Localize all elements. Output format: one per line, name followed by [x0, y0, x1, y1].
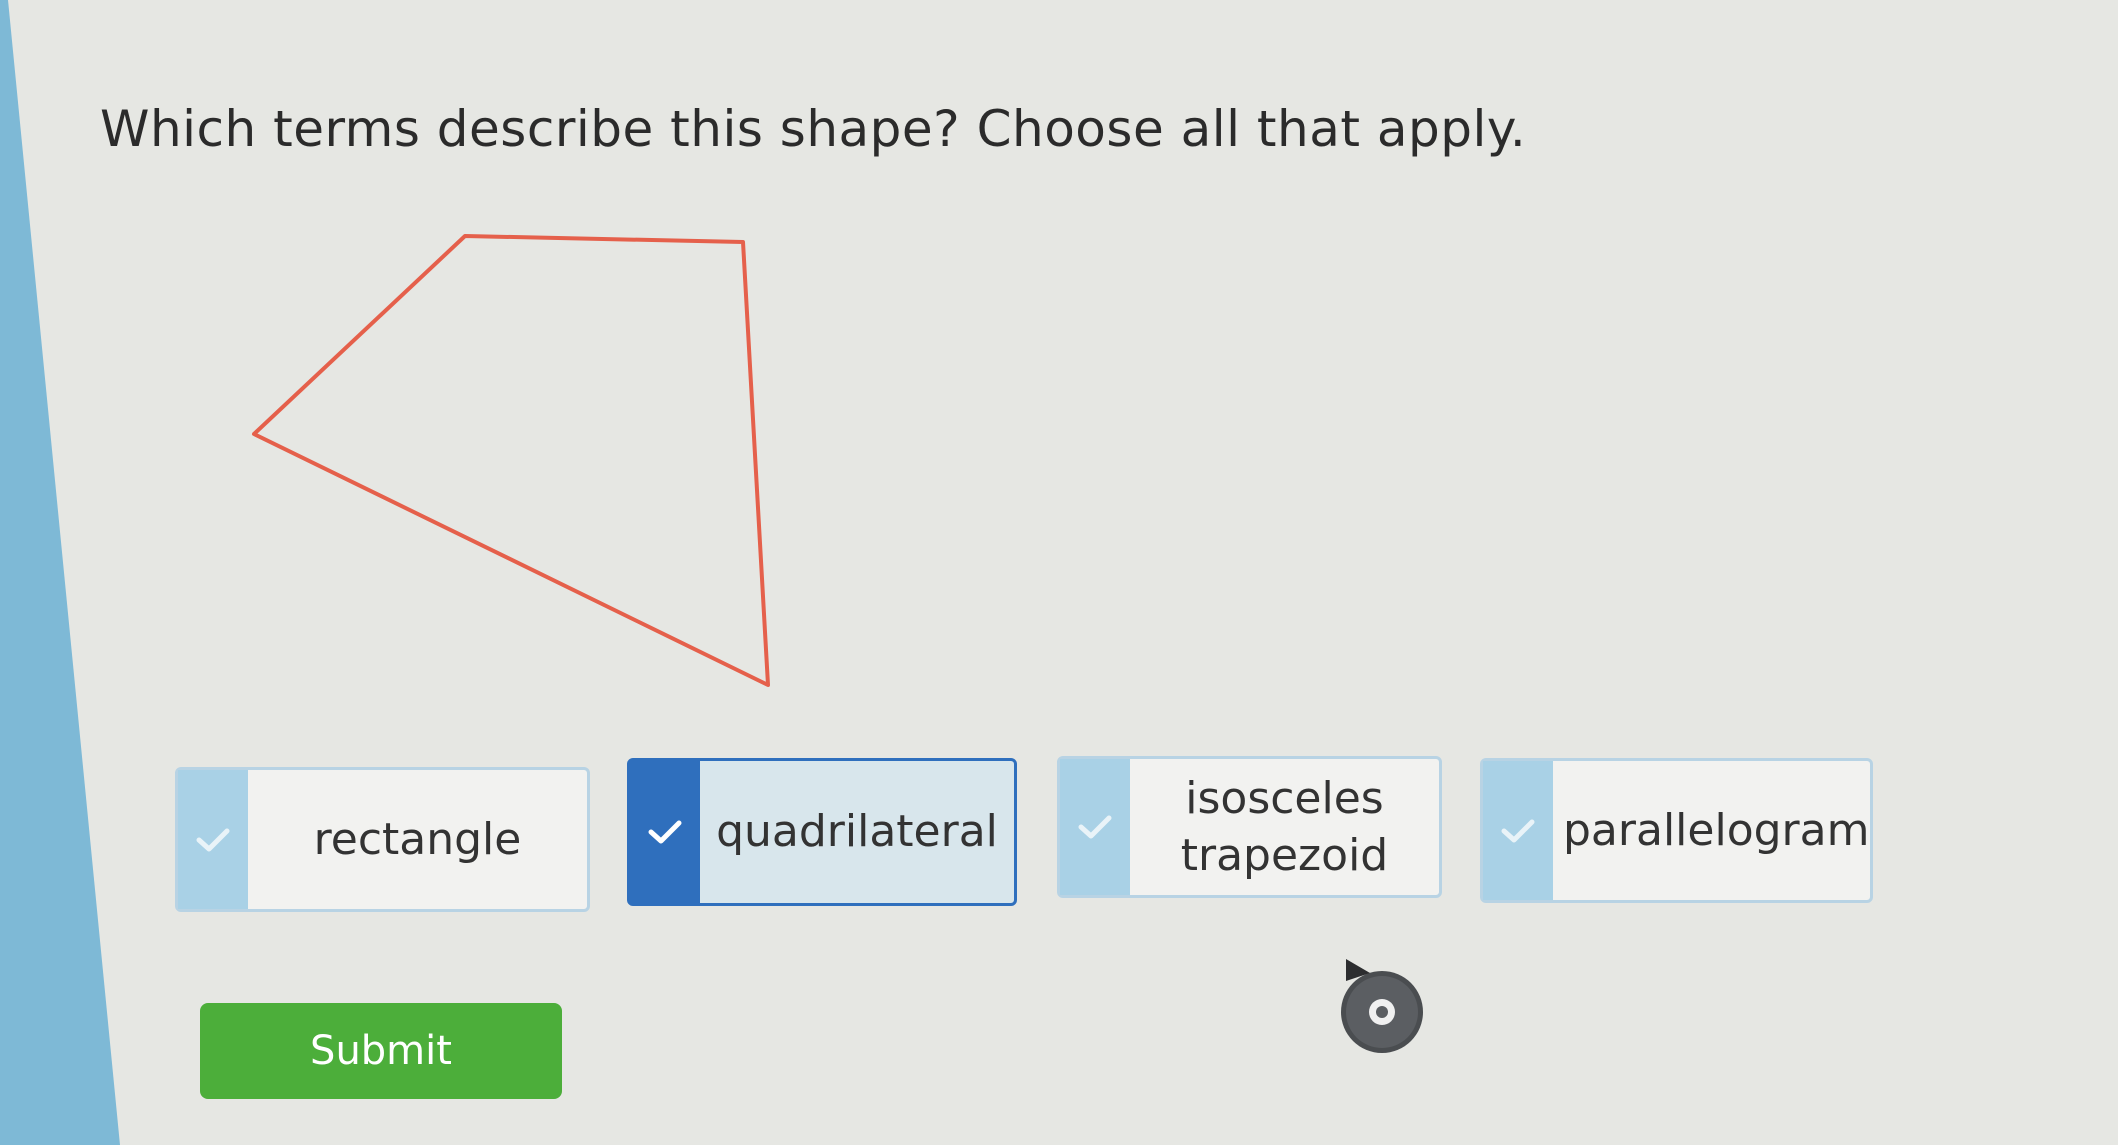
question-prompt: Which terms describe this shape? Choose … — [100, 100, 1527, 158]
choice-parallelogram-label: parallelogram — [1563, 804, 1870, 856]
check-icon — [196, 828, 230, 851]
left-sidebar-strip — [0, 0, 120, 1145]
check-icon — [1501, 819, 1535, 842]
submit-button[interactable]: Submit — [200, 1003, 562, 1099]
shape-outline — [252, 234, 770, 687]
choice-rectangle-label: rectangle — [313, 813, 522, 865]
choice-isosceles-trapezoid-label: isosceles trapezoid — [1130, 759, 1439, 895]
choice-isosceles-trapezoid-checkbox[interactable] — [1060, 759, 1130, 895]
quadrilateral-figure — [252, 234, 770, 687]
choice-label-line-1: isosceles — [1185, 772, 1384, 824]
choice-parallelogram[interactable]: parallelogram — [1480, 758, 1873, 903]
choice-quadrilateral-checkbox[interactable] — [630, 761, 700, 903]
choice-label-line-2: trapezoid — [1180, 830, 1389, 881]
check-icon — [648, 820, 682, 844]
choice-parallelogram-checkbox[interactable] — [1483, 761, 1553, 900]
choice-isosceles-trapezoid[interactable]: isosceles trapezoid — [1057, 756, 1442, 898]
choice-quadrilateral[interactable]: quadrilateral — [627, 758, 1017, 906]
mouse-cursor-icon — [1341, 959, 1423, 1053]
choice-quadrilateral-label: quadrilateral — [716, 806, 998, 858]
choice-rectangle[interactable]: rectangle — [175, 767, 590, 912]
choice-rectangle-checkbox[interactable] — [178, 770, 248, 909]
check-icon — [1078, 815, 1112, 839]
